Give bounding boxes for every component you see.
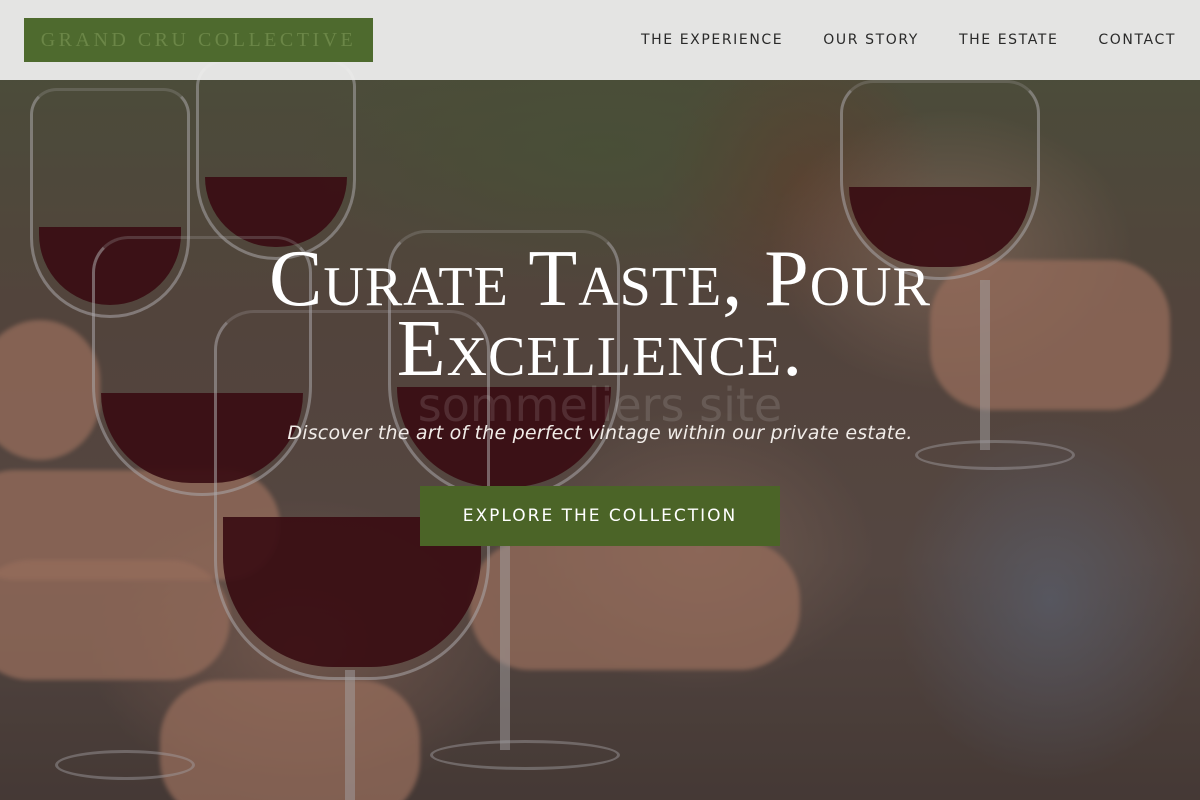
nav-link-the-experience[interactable]: THE EXPERIENCE — [641, 32, 783, 48]
hero-headline: Curate Taste, Pour Excellence. — [269, 235, 931, 393]
nav-link-our-story[interactable]: OUR STORY — [823, 32, 919, 48]
main-navigation: THE EXPERIENCE OUR STORY THE ESTATE CONT… — [641, 32, 1176, 48]
explore-collection-button[interactable]: EXPLORE THE COLLECTION — [420, 486, 780, 546]
brand-logo[interactable]: Grand Cru Collective — [24, 18, 373, 62]
watermark-text: sommeliers site — [417, 378, 783, 432]
nav-link-the-estate[interactable]: THE ESTATE — [959, 32, 1058, 48]
site-header: Grand Cru Collective THE EXPERIENCE OUR … — [0, 0, 1200, 80]
hero-section: sommeliers site Curate Taste, Pour Excel… — [0, 235, 1200, 546]
nav-link-contact[interactable]: CONTACT — [1098, 32, 1176, 48]
